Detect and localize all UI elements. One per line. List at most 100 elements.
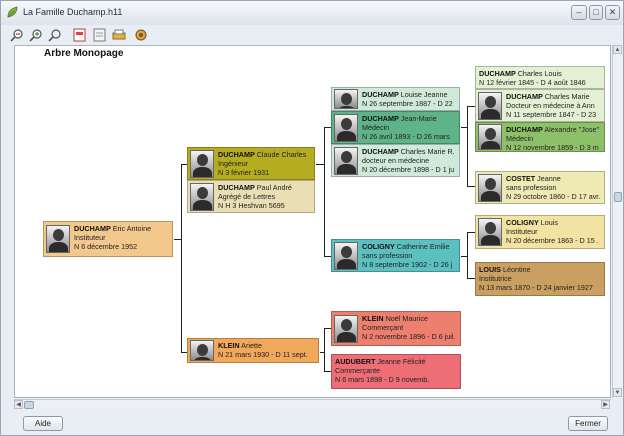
person-info-line: N 11 septembre 1847 - D 23 bbox=[506, 110, 597, 119]
person-photo bbox=[478, 218, 502, 246]
window-title: La Famille Duchamp.h11 bbox=[23, 7, 123, 17]
scroll-right-icon[interactable]: ▶ bbox=[601, 400, 610, 409]
person-details: DUCHAMP Jean-Marie Médecin N 26 avril 1893… bbox=[362, 114, 450, 141]
person-surname: DUCHAMP bbox=[218, 150, 255, 159]
person-details: DUCHAMP Claude Charles Ingénieur N 3 févri… bbox=[218, 150, 306, 177]
tree-connector-line bbox=[467, 232, 469, 279]
person-given-name: Noël Maurice bbox=[385, 314, 428, 323]
person-info-line: Médecin bbox=[362, 123, 390, 132]
person-card-costet[interactable]: COSTET Jeanne sans profession N 29 octobre… bbox=[475, 171, 605, 204]
person-photo bbox=[478, 124, 502, 150]
person-given-name: Eric Antoine bbox=[112, 224, 152, 233]
person-card-duchamp[interactable]: DUCHAMP Charles Marie R. docteur en médec… bbox=[331, 144, 460, 177]
person-details: DUCHAMP Charles Louis N 12 février 1845 -… bbox=[479, 69, 586, 87]
export-icon[interactable] bbox=[91, 27, 107, 42]
vertical-scrollbar[interactable]: ▲ ▼ bbox=[612, 45, 622, 398]
person-info-line: N 21 mars 1930 - D 11 sept. bbox=[218, 350, 308, 359]
person-info-line: N 8 septembre 1902 - D 26 j bbox=[362, 260, 453, 269]
person-card-duchamp[interactable]: DUCHAMP Claude Charles Ingénieur N 3 févri… bbox=[187, 147, 315, 180]
tree-connector-line bbox=[324, 127, 326, 256]
window: La Famille Duchamp.h11 – □ ✕ Arbre Monop… bbox=[0, 0, 624, 436]
vertical-scroll-thumb[interactable] bbox=[614, 192, 622, 202]
person-info-line: N 2 novembre 1896 - D 6 juil. bbox=[362, 332, 456, 341]
settings-icon[interactable] bbox=[133, 27, 149, 42]
person-card-duchamp[interactable]: DUCHAMP Charles Louis N 12 février 1845 -… bbox=[475, 66, 605, 89]
person-card-duchamp[interactable]: DUCHAMP Jean-Marie Médecin N 26 avril 1893… bbox=[331, 111, 460, 144]
person-info-line: N 20 décembre 1863 - D 15 . bbox=[506, 236, 599, 245]
tree-connector-line bbox=[324, 328, 331, 330]
person-surname: COLIGNY bbox=[506, 218, 539, 227]
zoom-in-icon[interactable] bbox=[28, 27, 44, 42]
tree-connector-line bbox=[324, 256, 331, 258]
horizontal-scroll-thumb[interactable] bbox=[24, 401, 34, 409]
print-icon[interactable] bbox=[111, 27, 127, 42]
person-given-name: Louis bbox=[540, 218, 558, 227]
person-card-duchamp[interactable]: DUCHAMP Louise Jeanne N 26 septembre 1887… bbox=[331, 87, 460, 111]
person-info-line: sans profession bbox=[362, 251, 413, 260]
person-card-coligny[interactable]: COLIGNY Louis Instituteur N 20 décembre 18… bbox=[475, 215, 605, 249]
zoom-fit-icon[interactable] bbox=[47, 27, 63, 42]
person-info-line: Commerçant bbox=[362, 323, 404, 332]
help-button[interactable]: Aide bbox=[23, 416, 63, 431]
person-info-line: Médecin bbox=[506, 134, 534, 143]
person-card-duchamp[interactable]: DUCHAMP Charles Marie Docteur en médecine… bbox=[475, 89, 605, 122]
person-photo bbox=[478, 174, 502, 202]
person-details: COSTET Jeanne sans profession N 29 octobre… bbox=[506, 174, 600, 201]
person-given-name: Claude Charles bbox=[256, 150, 307, 159]
person-details: DUCHAMP Louise Jeanne N 26 septembre 1887… bbox=[362, 90, 453, 108]
person-surname: DUCHAMP bbox=[506, 92, 543, 101]
person-info-line: N 12 novembre 1859 - D 3 m bbox=[506, 143, 599, 152]
person-details: COLIGNY Louis Instituteur N 20 décembre 18… bbox=[506, 218, 599, 245]
person-card-klein[interactable]: KLEIN Ariette N 21 mars 1930 - D 11 sept. bbox=[187, 338, 319, 363]
person-card-duchamp[interactable]: DUCHAMP Eric Antoine Instituteur N 6 décem… bbox=[43, 221, 173, 257]
maximize-button[interactable]: □ bbox=[589, 5, 603, 20]
person-given-name: Charles Louis bbox=[517, 69, 562, 78]
tree-connector-line bbox=[467, 278, 475, 280]
person-card-audubert[interactable]: AUDUBERT Jeanne Félicité Commerçante N 6 m… bbox=[331, 354, 461, 389]
tree-connector-line bbox=[324, 127, 331, 129]
person-photo bbox=[334, 315, 358, 343]
person-info-line: N H 3 Heshvan 5695 bbox=[218, 201, 285, 210]
person-card-duchamp[interactable]: DUCHAMP Alexandre "Jose" Médecin N 12 nove… bbox=[475, 122, 605, 152]
scroll-down-icon[interactable]: ▼ bbox=[613, 388, 622, 397]
scroll-left-icon[interactable]: ◀ bbox=[14, 400, 23, 409]
person-photo bbox=[334, 242, 358, 270]
horizontal-scrollbar[interactable]: ◀ ▶ bbox=[14, 399, 611, 409]
app-leaf-icon bbox=[7, 6, 18, 18]
person-info-line: Instituteur bbox=[74, 233, 106, 242]
person-info-line: N 6 décembre 1952 bbox=[74, 242, 138, 251]
person-given-name: Léontine bbox=[502, 265, 531, 274]
person-details: COLIGNY Catherine Emilie sans profession N… bbox=[362, 242, 452, 269]
person-card-louis[interactable]: LOUIS Léontine Institutrice N 13 mars 1870… bbox=[475, 262, 605, 296]
person-photo bbox=[334, 89, 358, 109]
person-surname: COLIGNY bbox=[362, 242, 395, 251]
person-photo bbox=[334, 114, 358, 142]
tree-heading: Arbre Monopage bbox=[44, 48, 124, 59]
person-photo bbox=[46, 225, 70, 253]
person-details: DUCHAMP Charles Marie R. docteur en médec… bbox=[362, 147, 455, 174]
person-info-line: N 6 mars 1898 - D 9 novemb. bbox=[335, 375, 430, 384]
person-details: AUDUBERT Jeanne Félicité Commerçante N 6 m… bbox=[335, 357, 429, 384]
close-button[interactable]: Fermer bbox=[568, 416, 608, 431]
title-bar: La Famille Duchamp.h11 – □ ✕ bbox=[1, 1, 623, 25]
tree-pdf-icon[interactable] bbox=[71, 27, 87, 42]
person-surname: DUCHAMP bbox=[479, 69, 516, 78]
person-given-name: Charles Marie R. bbox=[400, 147, 455, 156]
minimize-button[interactable]: – bbox=[571, 5, 587, 20]
person-surname: LOUIS bbox=[479, 265, 501, 274]
person-info-line: N 3 février 1931 bbox=[218, 168, 270, 177]
person-photo bbox=[190, 183, 214, 211]
person-card-duchamp[interactable]: DUCHAMP Paul André Agrégé de Lettres N H 3… bbox=[187, 180, 315, 213]
person-info-line: Docteur en médecine à Ann bbox=[506, 101, 595, 110]
person-given-name: Jeanne bbox=[537, 174, 561, 183]
person-given-name: Ariette bbox=[241, 341, 262, 350]
tree-canvas[interactable]: Arbre Monopage DUCHAMP Eric Antoine Insti… bbox=[14, 45, 611, 398]
tree-connector-line bbox=[467, 106, 469, 186]
scroll-up-icon[interactable]: ▲ bbox=[613, 45, 622, 54]
close-window-button[interactable]: ✕ bbox=[605, 5, 620, 20]
person-given-name: Charles Marie bbox=[544, 92, 590, 101]
person-card-klein[interactable]: KLEIN Noël Maurice Commerçant N 2 novembre… bbox=[331, 311, 461, 346]
person-surname: DUCHAMP bbox=[362, 114, 399, 123]
zoom-out-icon[interactable] bbox=[9, 27, 25, 42]
person-card-coligny[interactable]: COLIGNY Catherine Emilie sans profession N… bbox=[331, 239, 460, 272]
